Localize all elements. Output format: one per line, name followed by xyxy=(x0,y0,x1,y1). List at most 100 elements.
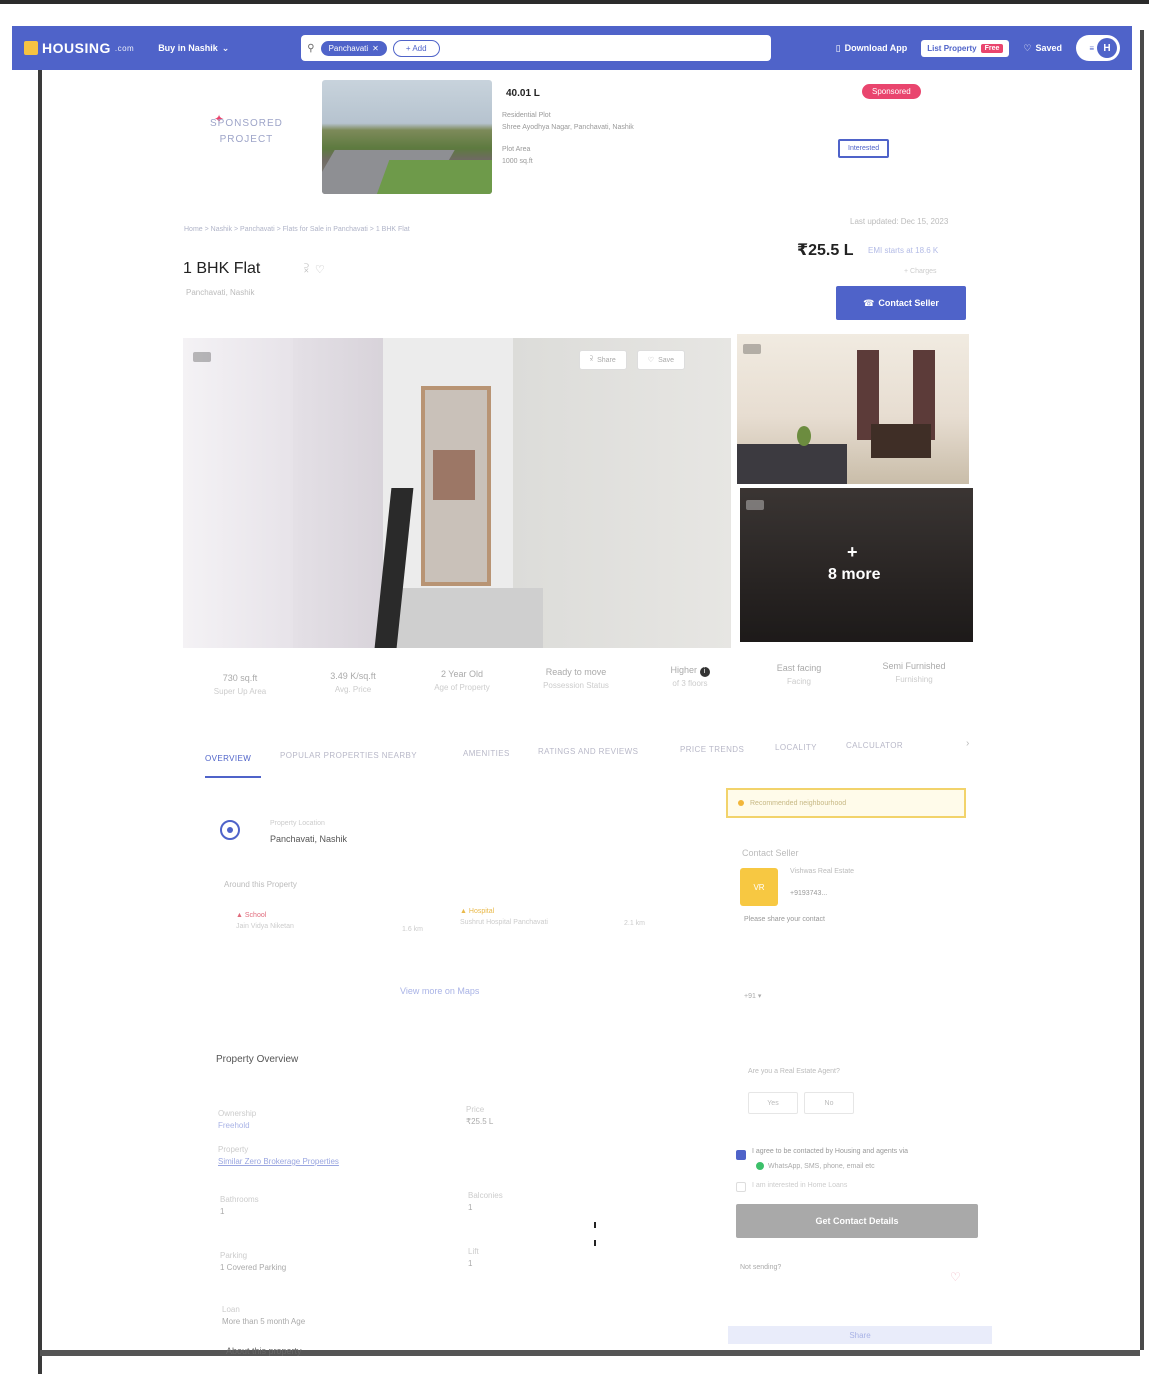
profile-menu[interactable]: ≡ H xyxy=(1076,35,1120,61)
nearby-distance: 1.6 km xyxy=(402,926,424,933)
overview-item: Bathrooms 1 xyxy=(220,1194,259,1218)
fact-value: 730 sq.ft xyxy=(222,673,258,683)
tab-popular-properties[interactable]: POPULAR PROPERTIES NEARBY xyxy=(280,751,417,760)
share-button[interactable]: ⫂ Share xyxy=(579,350,627,370)
fact-label: Possession Status xyxy=(543,681,609,690)
photo-wall-right xyxy=(513,338,731,648)
emi-link[interactable]: EMI starts at 18.6 K xyxy=(868,246,938,255)
agent-no-button[interactable]: No xyxy=(804,1092,854,1114)
active-tab-underline xyxy=(205,776,261,778)
fact-label: Super Up Area xyxy=(213,687,267,696)
heart-outline-icon[interactable]: ♡ xyxy=(315,263,325,276)
chevron-right-icon[interactable]: › xyxy=(966,738,969,749)
tab-calculator[interactable]: CALCULATOR xyxy=(846,741,903,750)
get-contact-details-button[interactable]: Get Contact Details xyxy=(736,1204,978,1238)
housing-logo[interactable]: HOUSING .com xyxy=(24,40,134,56)
save-button[interactable]: ♡ Save xyxy=(636,350,686,370)
sponsored-project-image[interactable] xyxy=(322,80,492,194)
buy-city-dropdown[interactable]: Buy in Nashik ⌄ xyxy=(158,43,229,54)
download-app-link[interactable]: ▯ Download App xyxy=(836,43,908,54)
fact-value: East facing xyxy=(776,663,822,673)
heart-outline-icon[interactable]: ♡ xyxy=(950,1270,961,1284)
tab-price-trends[interactable]: PRICE TRENDS xyxy=(680,745,744,754)
listing-price: ₹25.5 L xyxy=(797,242,854,259)
nearby-item[interactable]: ▲ School Jain Vidya Niketan xyxy=(236,910,376,932)
gallery-thumb-living-room[interactable] xyxy=(737,334,969,484)
contact-seller-button[interactable]: ☎ Contact Seller xyxy=(836,286,966,320)
share-bar[interactable]: Share xyxy=(728,1326,992,1344)
overview-value: ₹25.5 L xyxy=(466,1117,494,1126)
sponsored-meta-value: 1000 sq.ft xyxy=(502,158,533,165)
overview-item: Parking 1 Covered Parking xyxy=(220,1250,286,1274)
whatsapp-line: WhatsApp, SMS, phone, email etc xyxy=(756,1162,875,1170)
agent-question: Are you a Real Estate Agent? xyxy=(748,1068,840,1075)
more-photos-label: 8 more xyxy=(828,566,881,583)
nearby-distance: 2.1 km xyxy=(624,920,646,927)
share-icon[interactable]: ⫂ xyxy=(304,263,309,276)
thumb-plant xyxy=(797,426,811,446)
sponsored-project-location: Shree Ayodhya Nagar, Panchavati, Nashik xyxy=(502,124,634,131)
nearby-type-label: School xyxy=(244,912,267,919)
fact-value: Ready to move xyxy=(545,667,607,677)
around-property-title: Around this Property xyxy=(224,880,297,889)
menu-icon: ≡ xyxy=(1089,43,1094,53)
overview-item: Price ₹25.5 L xyxy=(466,1104,493,1128)
promo-banner[interactable]: Recommended neighbourhood xyxy=(726,788,966,818)
agree-checkbox[interactable] xyxy=(736,1150,746,1160)
photo-tag xyxy=(743,344,761,354)
sponsored-badge: Sponsored xyxy=(862,84,921,99)
overview-label: Property xyxy=(218,1145,249,1154)
top-navbar: HOUSING .com Buy in Nashik ⌄ ⚲ Panchavat… xyxy=(12,26,1132,70)
list-property-button[interactable]: List Property Free xyxy=(921,39,1010,57)
overview-label: Loan xyxy=(222,1305,240,1314)
fact-age: 2 Year Old Age of Property xyxy=(420,668,504,694)
interested-button[interactable]: Interested xyxy=(838,139,890,158)
agent-yes-button[interactable]: Yes xyxy=(748,1092,798,1114)
fact-label: Furnishing xyxy=(895,675,933,684)
listing-locality: Panchavati, Nashik xyxy=(186,288,255,297)
photo-floor xyxy=(383,588,543,648)
agent-options: Yes No xyxy=(748,1092,854,1114)
tab-overview[interactable]: OVERVIEW xyxy=(205,754,251,763)
search-bar[interactable]: ⚲ Panchavati ✕ + Add xyxy=(301,35,772,61)
sponsored-project-name: Residential Plot xyxy=(502,112,551,119)
sponsored-project-card[interactable]: ✦ SPONSORED PROJECT 40.01 L Residential … xyxy=(190,76,950,206)
close-icon[interactable]: ✕ xyxy=(372,44,379,53)
nearby-item[interactable]: ▲ Hospital Sushrut Hospital Panchavati xyxy=(460,906,610,928)
search-chip-locality[interactable]: Panchavati ✕ xyxy=(320,40,387,56)
gallery-main-photo[interactable]: ⫂ Share ♡ Save xyxy=(183,338,731,648)
last-updated: Last updated: Dec 15, 2023 xyxy=(850,217,949,226)
fact-facing: East facing Facing xyxy=(756,662,842,688)
heart-outline-icon: ♡ xyxy=(647,357,655,364)
home-loan-checkbox[interactable] xyxy=(736,1182,746,1192)
tab-locality[interactable]: LOCALITY xyxy=(775,743,817,752)
fact-avg-price: 3.49 K/sq.ft Avg. Price xyxy=(308,670,398,696)
view-more-maps-link[interactable]: View more on Maps xyxy=(400,986,479,996)
fact-label: Age of Property xyxy=(434,683,490,692)
country-code-select[interactable]: +91 ▾ xyxy=(744,992,761,1000)
list-property-label: List Property xyxy=(927,43,977,53)
contact-seller-title: Contact Seller xyxy=(742,848,799,858)
breadcrumb[interactable]: Home > Nashik > Panchavati > Flats for S… xyxy=(184,226,410,233)
saved-link[interactable]: ♡ Saved xyxy=(1023,43,1062,54)
overview-item: Property Similar Zero Brokerage Properti… xyxy=(218,1144,339,1168)
gallery-thumb-more[interactable]: + 8 more xyxy=(740,488,973,642)
title-actions: ⫂ ♡ xyxy=(304,263,325,276)
frame-edge-bottom xyxy=(40,1350,1140,1356)
home-loan-label: I am interested in Home Loans xyxy=(752,1182,848,1189)
tab-ratings-reviews[interactable]: RATINGS AND REVIEWS xyxy=(538,747,638,756)
zero-brokerage-link[interactable]: Similar Zero Brokerage Properties xyxy=(218,1156,339,1168)
thumb-overlay xyxy=(740,488,973,642)
photo-tag xyxy=(193,352,211,362)
fact-label: of 3 floors xyxy=(672,679,708,688)
logo-text: HOUSING xyxy=(42,40,111,56)
buy-city-label: Buy in Nashik xyxy=(158,43,218,53)
nearby-type: ▲ Hospital xyxy=(460,906,610,917)
page-frame: HOUSING .com Buy in Nashik ⌄ ⚲ Panchavat… xyxy=(0,0,1149,1374)
add-locality-button[interactable]: + Add xyxy=(392,39,440,57)
fact-value: Higher i xyxy=(650,664,730,677)
share-label: Share xyxy=(597,356,616,364)
info-icon[interactable]: i xyxy=(699,667,710,677)
tab-amenities[interactable]: AMENITIES xyxy=(463,749,510,758)
fact-floor: Higher i of 3 floors xyxy=(650,664,730,690)
